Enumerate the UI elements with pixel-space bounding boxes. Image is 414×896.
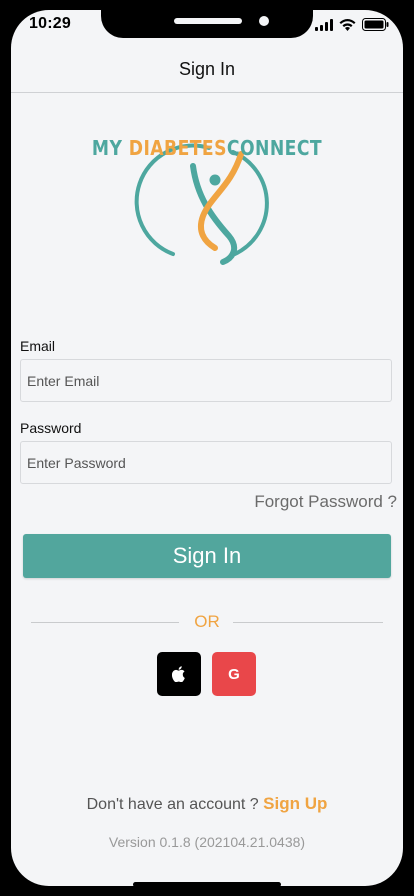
speaker-grill	[174, 18, 242, 24]
forgot-password-link[interactable]: Forgot Password ?	[254, 492, 397, 512]
google-sign-in-button[interactable]: G	[212, 652, 256, 696]
password-label: Password	[20, 420, 82, 436]
signup-prompt: Don't have an account ? Sign Up	[11, 794, 403, 814]
account-prompt-text: Don't have an account ?	[86, 796, 264, 813]
sign-up-link[interactable]: Sign Up	[263, 794, 327, 813]
email-label: Email	[20, 338, 56, 354]
email-field[interactable]	[21, 360, 391, 401]
password-field[interactable]	[21, 442, 391, 483]
logo-word-diabetes: DIABETES	[128, 136, 227, 160]
app-logo-wordmark: MY DIABETESCONNECT	[38, 136, 375, 160]
apple-sign-in-button[interactable]	[157, 652, 201, 696]
battery-icon	[362, 18, 389, 31]
divider-line-right	[233, 622, 383, 623]
logo-word-my: MY	[91, 136, 129, 160]
screen: 10:29 Sign In MY DIABETESCONNECT Email E…	[11, 10, 403, 886]
home-indicator[interactable]	[133, 882, 281, 886]
status-icons	[315, 18, 389, 31]
password-field-box	[20, 441, 392, 484]
wifi-icon	[339, 18, 356, 31]
apple-icon	[172, 666, 185, 682]
navigation-bar: Sign In	[11, 46, 403, 93]
version-text: Version 0.1.8 (202104.21.0438)	[108, 834, 306, 850]
email-field-box	[20, 359, 392, 402]
signal-icon	[315, 18, 333, 31]
phone-frame: 10:29 Sign In MY DIABETESCONNECT Email E…	[0, 0, 414, 896]
logo-word-connect: CONNECT	[226, 136, 323, 160]
camera-dot	[259, 16, 269, 26]
page-title: Sign In	[178, 58, 236, 79]
sign-in-button[interactable]: Sign In	[23, 534, 391, 578]
app-logo-icon	[134, 143, 269, 265]
device-notch	[101, 10, 313, 38]
status-time: 10:29	[29, 15, 71, 32]
or-divider: OR	[31, 612, 383, 632]
google-icon: G	[228, 665, 240, 683]
